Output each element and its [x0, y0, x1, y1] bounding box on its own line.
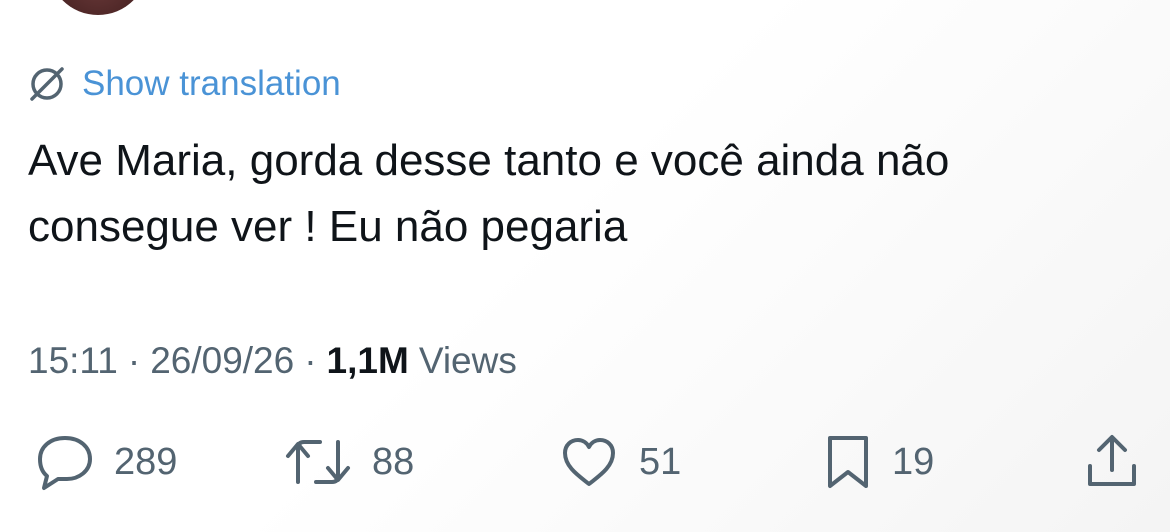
repost-count: 88 — [372, 440, 415, 483]
tweet-date[interactable]: 26/09/26 — [150, 340, 294, 382]
bookmark-icon — [822, 432, 874, 492]
tweet-text-line: Ave Maria, gorda desse tanto e você aind… — [28, 136, 950, 185]
tweet-text: Ave Maria, gorda desse tanto e você aind… — [28, 128, 1138, 260]
share-button[interactable] — [1082, 432, 1142, 492]
like-button[interactable]: 51 — [557, 432, 681, 492]
tweet-text-line: consegue ver ! Eu não pegaria — [28, 202, 628, 251]
views-label: Views — [418, 340, 517, 381]
like-icon — [557, 432, 621, 492]
avatar[interactable] — [48, 0, 148, 15]
reply-icon — [34, 432, 96, 492]
show-translation-link[interactable]: Show translation — [26, 62, 341, 106]
reply-count: 289 — [114, 440, 178, 483]
bookmark-button[interactable]: 19 — [822, 432, 934, 492]
repost-icon — [282, 432, 354, 492]
like-count: 51 — [639, 440, 682, 483]
meta-separator: · — [304, 340, 317, 381]
translate-icon — [26, 63, 68, 105]
tweet-time[interactable]: 15:11 — [28, 340, 118, 382]
tweet-meta: 15:11 · 26/09/26 · 1,1M Views — [28, 337, 517, 385]
show-translation-label[interactable]: Show translation — [82, 64, 341, 104]
meta-separator: · — [127, 340, 141, 381]
bookmark-count: 19 — [892, 440, 935, 483]
action-bar: 289 88 51 19 — [0, 432, 1170, 492]
reply-button[interactable]: 289 — [34, 432, 177, 492]
repost-button[interactable]: 88 — [282, 432, 414, 492]
share-icon — [1082, 432, 1142, 492]
views-count: 1,1M — [326, 340, 409, 381]
